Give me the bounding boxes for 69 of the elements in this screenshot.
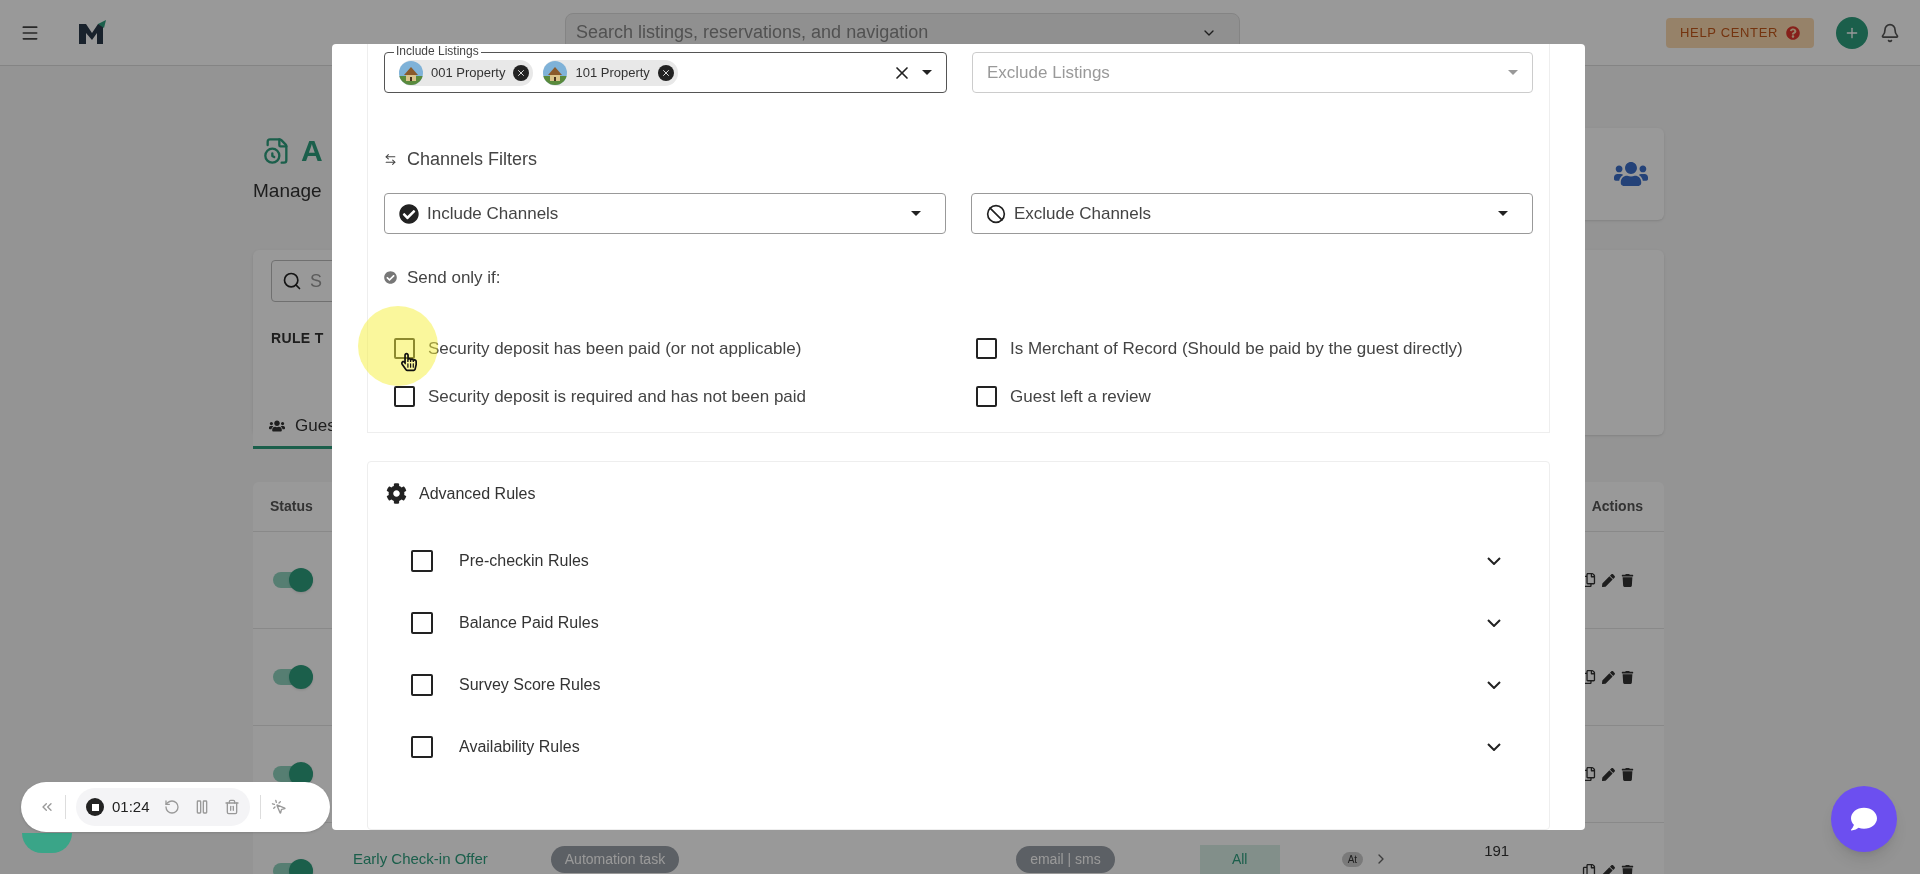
timing-tag: At bbox=[1341, 851, 1364, 867]
logo-icon[interactable] bbox=[77, 19, 107, 46]
chat-button[interactable] bbox=[1831, 786, 1897, 852]
edit-icon[interactable] bbox=[1602, 767, 1615, 781]
edit-icon[interactable] bbox=[1602, 573, 1615, 587]
document-clock-icon bbox=[263, 136, 291, 165]
column-header: Actions bbox=[1591, 497, 1643, 516]
delete-icon[interactable] bbox=[223, 799, 240, 815]
checkbox[interactable] bbox=[411, 611, 433, 634]
checkbox[interactable] bbox=[976, 386, 997, 408]
section-title: Advanced Rules bbox=[419, 483, 536, 504]
rule-accordion[interactable]: Pre-checkin Rules bbox=[411, 549, 1501, 572]
listing-chip[interactable]: 001 Property bbox=[399, 59, 534, 86]
swap-arrows-icon bbox=[384, 153, 397, 166]
restart-icon[interactable] bbox=[163, 799, 180, 815]
exclude-channels-dropdown[interactable]: Exclude Channels bbox=[971, 193, 1533, 234]
checkbox[interactable] bbox=[411, 735, 433, 758]
chevron-down-icon bbox=[1487, 618, 1501, 627]
edit-icon[interactable] bbox=[1602, 864, 1615, 874]
help-icon bbox=[1786, 25, 1800, 40]
chevron-down-icon bbox=[1487, 680, 1501, 689]
settings-icon bbox=[386, 483, 407, 504]
recording-time: 01:24 bbox=[112, 796, 150, 817]
section-label: RULE T bbox=[271, 329, 324, 348]
chevron-down-icon bbox=[1487, 556, 1501, 565]
condition-label: Security deposit has been paid (or not applicable) bbox=[428, 337, 802, 360]
remove-icon[interactable] bbox=[657, 64, 674, 81]
page-subtitle: Manage bbox=[253, 179, 323, 203]
condition-label: Guest left a review bbox=[1010, 386, 1151, 408]
type-tag: Automation task bbox=[550, 845, 680, 873]
search-icon bbox=[282, 271, 302, 291]
include-channels-dropdown[interactable]: Include Channels bbox=[384, 193, 946, 234]
channels-tag: email | sms bbox=[1016, 845, 1115, 873]
cursor-icon[interactable] bbox=[270, 799, 287, 815]
page-title: A bbox=[301, 133, 323, 169]
column-header: Status bbox=[270, 497, 313, 516]
section-title: Send only if: bbox=[407, 267, 501, 289]
condition-label: Is Merchant of Record (Should be paid by the guest directly) bbox=[1010, 337, 1463, 360]
checkbox[interactable] bbox=[976, 337, 997, 359]
hand-pointer-icon bbox=[401, 352, 417, 372]
checkbox[interactable] bbox=[411, 549, 433, 572]
remove-icon[interactable] bbox=[513, 64, 530, 81]
checkbox[interactable] bbox=[394, 386, 415, 408]
edit-icon[interactable] bbox=[1602, 670, 1615, 684]
delete-icon[interactable] bbox=[1621, 864, 1634, 874]
caret-icon bbox=[911, 211, 921, 216]
add-button[interactable] bbox=[1836, 16, 1868, 49]
delete-icon[interactable] bbox=[1621, 767, 1634, 781]
copy-icon[interactable] bbox=[1582, 864, 1596, 874]
speech-bubble-icon bbox=[1851, 806, 1877, 832]
delete-icon[interactable] bbox=[1621, 573, 1634, 587]
stop-icon[interactable] bbox=[86, 798, 104, 816]
caret-icon bbox=[1498, 211, 1508, 216]
rule-accordion[interactable]: Availability Rules bbox=[411, 735, 1501, 758]
rule-accordion[interactable]: Balance Paid Rules bbox=[411, 611, 1501, 634]
chevron-down-icon bbox=[1487, 742, 1501, 751]
checkbox[interactable] bbox=[411, 673, 433, 696]
condition-label: Security deposit is required and has not been paid bbox=[428, 386, 807, 408]
listing-chip[interactable]: 101 Property bbox=[543, 59, 678, 86]
section-title: Channels Filters bbox=[407, 148, 538, 171]
ban-icon bbox=[986, 203, 1006, 224]
total-sent: 191 bbox=[1484, 840, 1510, 861]
caret-icon bbox=[1508, 70, 1518, 75]
field-label: Include Listings bbox=[394, 45, 481, 58]
notification-icon[interactable] bbox=[1880, 22, 1900, 43]
delete-icon[interactable] bbox=[1621, 670, 1634, 684]
caret-icon[interactable] bbox=[922, 70, 932, 75]
rule-accordion[interactable]: Survey Score Rules bbox=[411, 673, 1501, 696]
scope-tag: All bbox=[1199, 844, 1280, 874]
